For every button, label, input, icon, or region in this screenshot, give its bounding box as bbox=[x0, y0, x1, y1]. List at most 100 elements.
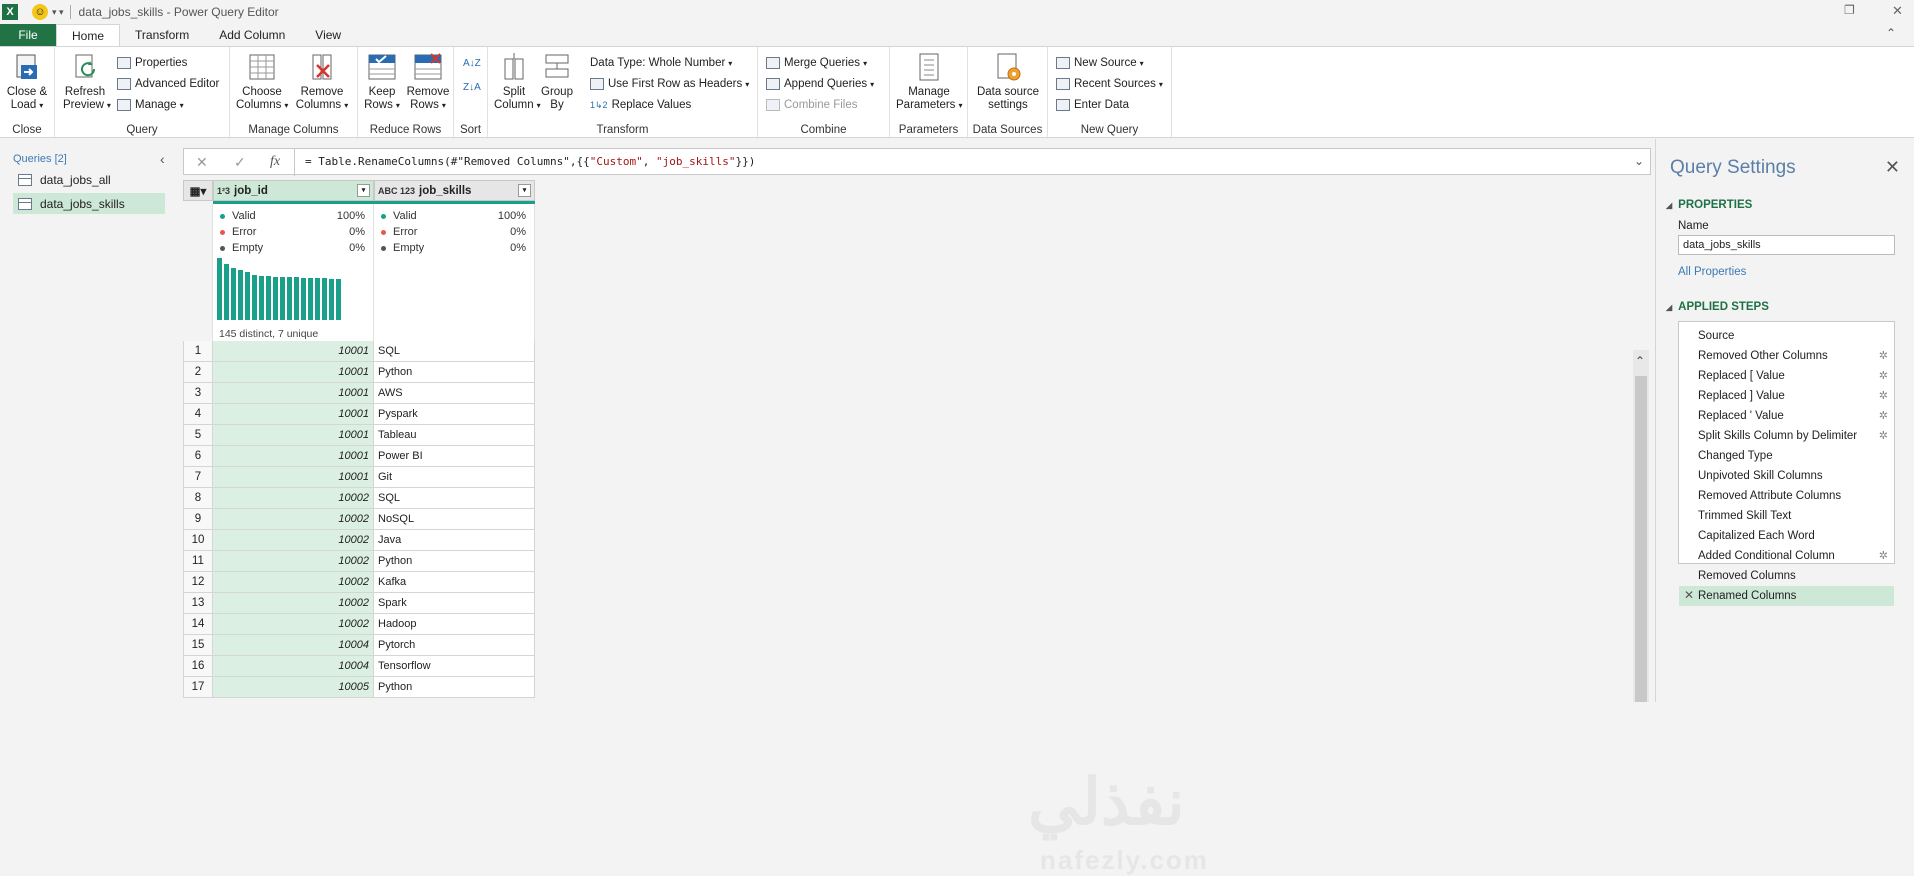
row-number[interactable]: 14 bbox=[183, 614, 213, 635]
cell-job-id[interactable]: 10005 bbox=[213, 677, 374, 698]
manage-button[interactable]: Manage ▾ bbox=[117, 95, 184, 115]
applied-step[interactable]: Changed Type bbox=[1679, 446, 1894, 466]
properties-button[interactable]: Properties bbox=[117, 53, 187, 73]
histogram-bar[interactable] bbox=[238, 270, 243, 320]
keep-rows-button[interactable]: Keep Rows ▾ bbox=[362, 51, 402, 112]
cell-job-id[interactable]: 10002 bbox=[213, 572, 374, 593]
query-item-selected[interactable]: data_jobs_skills bbox=[13, 193, 165, 214]
table-row[interactable]: 16 10004 Tensorflow bbox=[183, 656, 535, 677]
step-settings-gear-icon[interactable]: ✲ bbox=[1879, 389, 1888, 402]
close-window-icon[interactable]: ✕ bbox=[1892, 3, 1903, 19]
applied-step[interactable]: Removed Attribute Columns bbox=[1679, 486, 1894, 506]
tab-home[interactable]: Home bbox=[56, 24, 121, 46]
step-settings-gear-icon[interactable]: ✲ bbox=[1879, 429, 1888, 442]
filter-dropdown-icon[interactable]: ▾ bbox=[357, 184, 370, 197]
row-number[interactable]: 7 bbox=[183, 467, 213, 488]
table-row[interactable]: 6 10001 Power BI bbox=[183, 446, 535, 467]
cell-job-skills[interactable]: Tensorflow bbox=[374, 656, 535, 677]
vertical-scrollbar[interactable]: ⌃ bbox=[1633, 350, 1649, 702]
table-row[interactable]: 15 10004 Pytorch bbox=[183, 635, 535, 656]
new-source-button[interactable]: New Source ▾ bbox=[1056, 53, 1144, 73]
histogram-bar[interactable] bbox=[273, 277, 278, 320]
tab-transform[interactable]: Transform bbox=[120, 24, 204, 46]
row-number[interactable]: 13 bbox=[183, 593, 213, 614]
histogram-bar[interactable] bbox=[287, 277, 292, 320]
group-by-button[interactable]: Group By bbox=[540, 51, 574, 112]
cell-job-id[interactable]: 10004 bbox=[213, 635, 374, 656]
row-number[interactable]: 3 bbox=[183, 383, 213, 404]
histogram-bar[interactable] bbox=[280, 277, 285, 320]
histogram-bar[interactable] bbox=[217, 258, 222, 320]
cell-job-id[interactable]: 10002 bbox=[213, 593, 374, 614]
refresh-preview-button[interactable]: Refresh Preview ▾ bbox=[63, 51, 111, 112]
column-header-job-skills[interactable]: ABC 123 job_skills ▾ bbox=[374, 180, 535, 201]
cell-job-skills[interactable]: Power BI bbox=[374, 446, 535, 467]
histogram-bar[interactable] bbox=[329, 279, 334, 320]
histogram-bar[interactable] bbox=[308, 278, 313, 320]
table-row[interactable]: 7 10001 Git bbox=[183, 467, 535, 488]
cell-job-id[interactable]: 10001 bbox=[213, 383, 374, 404]
fx-icon[interactable]: fx bbox=[270, 154, 280, 170]
expand-formula-icon[interactable]: ⌄ bbox=[1634, 154, 1644, 168]
tab-add-column[interactable]: Add Column bbox=[204, 24, 300, 46]
table-row[interactable]: 14 10002 Hadoop bbox=[183, 614, 535, 635]
delete-step-icon[interactable]: ✕ bbox=[1684, 588, 1694, 602]
scroll-up-icon[interactable]: ⌃ bbox=[1635, 354, 1645, 368]
applied-step[interactable]: Added Conditional Column ✲ bbox=[1679, 546, 1894, 566]
histogram-bar[interactable] bbox=[245, 272, 250, 320]
cell-job-id[interactable]: 10001 bbox=[213, 425, 374, 446]
column-header-job-id[interactable]: 1²3 job_id ▾ bbox=[213, 180, 374, 201]
combine-files-button[interactable]: Combine Files bbox=[766, 95, 858, 115]
quick-access-dropdown-icon[interactable]: ▾ ▾ bbox=[52, 7, 64, 18]
cell-job-id[interactable]: 10002 bbox=[213, 614, 374, 635]
row-number[interactable]: 8 bbox=[183, 488, 213, 509]
table-row[interactable]: 13 10002 Spark bbox=[183, 593, 535, 614]
cell-job-skills[interactable]: Pyspark bbox=[374, 404, 535, 425]
row-number[interactable]: 5 bbox=[183, 425, 213, 446]
cell-job-skills[interactable]: Tableau bbox=[374, 425, 535, 446]
applied-steps-section[interactable]: ◢ APPLIED STEPS bbox=[1666, 301, 1769, 313]
table-row[interactable]: 3 10001 AWS bbox=[183, 383, 535, 404]
properties-section[interactable]: ◢ PROPERTIES bbox=[1666, 199, 1752, 211]
row-number[interactable]: 12 bbox=[183, 572, 213, 593]
cell-job-skills[interactable]: Python bbox=[374, 677, 535, 698]
applied-step[interactable]: Split Skills Column by Delimiter ✲ bbox=[1679, 426, 1894, 446]
applied-step[interactable]: Removed Other Columns ✲ bbox=[1679, 346, 1894, 366]
row-number[interactable]: 11 bbox=[183, 551, 213, 572]
row-number[interactable]: 9 bbox=[183, 509, 213, 530]
cell-job-id[interactable]: 10002 bbox=[213, 530, 374, 551]
cell-job-skills[interactable]: SQL bbox=[374, 341, 535, 362]
histogram-bar[interactable] bbox=[301, 278, 306, 320]
cell-job-skills[interactable]: SQL bbox=[374, 488, 535, 509]
table-row[interactable]: 8 10002 SQL bbox=[183, 488, 535, 509]
replace-values-button[interactable]: 1↳2 Replace Values bbox=[590, 95, 691, 115]
remove-columns-button[interactable]: Remove Columns ▾ bbox=[294, 51, 350, 112]
query-name-input[interactable]: data_jobs_skills bbox=[1678, 235, 1895, 255]
row-number[interactable]: 10 bbox=[183, 530, 213, 551]
table-row[interactable]: 4 10001 Pyspark bbox=[183, 404, 535, 425]
cell-job-skills[interactable]: AWS bbox=[374, 383, 535, 404]
row-number[interactable]: 16 bbox=[183, 656, 213, 677]
table-row[interactable]: 12 10002 Kafka bbox=[183, 572, 535, 593]
split-column-button[interactable]: Split Column ▾ bbox=[494, 51, 541, 112]
restore-window-icon[interactable]: ❐ bbox=[1844, 3, 1855, 17]
cancel-formula-icon[interactable]: ✕ bbox=[196, 154, 208, 171]
table-row[interactable]: 10 10002 Java bbox=[183, 530, 535, 551]
histogram-bar[interactable] bbox=[294, 277, 299, 320]
close-pane-icon[interactable]: ✕ bbox=[1885, 157, 1900, 178]
table-row[interactable]: 11 10002 Python bbox=[183, 551, 535, 572]
step-settings-gear-icon[interactable]: ✲ bbox=[1879, 549, 1888, 562]
step-settings-gear-icon[interactable]: ✲ bbox=[1879, 369, 1888, 382]
tab-file[interactable]: File bbox=[0, 24, 56, 46]
formula-input[interactable]: = Table.RenameColumns(#"Removed Columns"… bbox=[305, 155, 755, 168]
row-number[interactable]: 4 bbox=[183, 404, 213, 425]
collapse-ribbon-icon[interactable]: ⌃ bbox=[1886, 26, 1896, 40]
whole-number-type-icon[interactable]: 1²3 bbox=[217, 186, 230, 196]
applied-step[interactable]: Unpivoted Skill Columns bbox=[1679, 466, 1894, 486]
filter-dropdown-icon[interactable]: ▾ bbox=[518, 184, 531, 197]
cell-job-skills[interactable]: Kafka bbox=[374, 572, 535, 593]
histogram-bar[interactable] bbox=[336, 279, 341, 320]
manage-parameters-button[interactable]: Manage Parameters ▾ bbox=[896, 51, 962, 112]
step-settings-gear-icon[interactable]: ✲ bbox=[1879, 349, 1888, 362]
data-source-settings-button[interactable]: Data source settings bbox=[972, 51, 1044, 112]
